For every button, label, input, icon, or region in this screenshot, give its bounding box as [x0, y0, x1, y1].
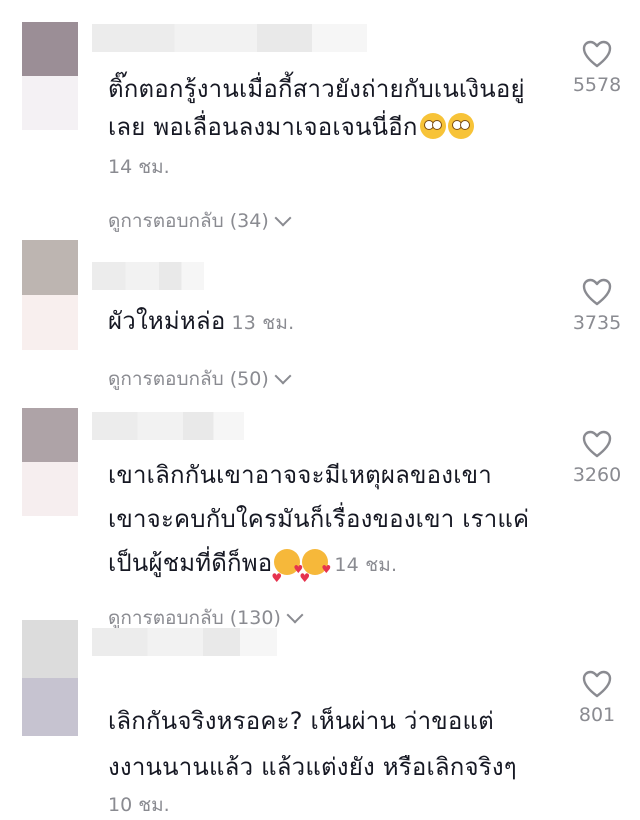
avatar[interactable] [22, 22, 78, 130]
heart-outline-icon [582, 670, 612, 698]
heart-outline-icon [582, 40, 612, 68]
comment-text: เลิกกันจริงหรอคะ? เห็นผ่าน ว่าขอแต่ งงาน… [108, 707, 517, 781]
like-button[interactable]: 5578 [562, 40, 632, 96]
avatar[interactable] [22, 240, 78, 350]
username-redacted[interactable] [92, 412, 244, 440]
flushed-face-icon [419, 113, 446, 139]
heart-outline-icon [582, 430, 612, 458]
username-redacted[interactable] [92, 262, 204, 290]
comment-item: ติ๊กตอกรู้งานเมื่อกี้สาวยังถ่ายกับเนเงิน… [0, 0, 640, 240]
comment-time: 14 ชม. [334, 554, 398, 576]
comment-item: เลิกกันจริงหรอคะ? เห็นผ่าน ว่าขอแต่ งงาน… [0, 620, 640, 816]
smiling-face-with-hearts-icon [299, 549, 331, 597]
comment-time: 13 ชม. [231, 312, 295, 334]
comment-time: 10 ชม. [108, 794, 170, 816]
like-button[interactable]: 801 [562, 670, 632, 726]
chevron-down-icon [274, 209, 292, 227]
comment-text: เขาเลิกกันเขาอาจจะมีเหตุผลของเขา เขาจะคบ… [108, 456, 568, 597]
comment-text: ติ๊กตอกรู้งานเมื่อกี้สาวยังถ่ายกับเนเงิน… [108, 75, 525, 141]
like-count: 3260 [572, 464, 622, 486]
comment-time: 14 ชม. [108, 156, 170, 178]
comment-text: ผัวใหม่หล่อ 13 ชม. [108, 307, 295, 335]
username-redacted[interactable] [92, 628, 277, 656]
view-replies-button[interactable]: ดูการตอบกลับ (34) [108, 206, 292, 236]
avatar[interactable] [22, 408, 78, 516]
like-count: 5578 [572, 74, 622, 96]
comment-item: ผัวใหม่หล่อ 13 ชม. ดูการตอบกลับ (50) 3735 [0, 240, 640, 400]
flushed-face-icon [447, 113, 474, 139]
comment-item: เขาเลิกกันเขาอาจจะมีเหตุผลของเขา เขาจะคบ… [0, 400, 640, 629]
smiling-face-with-hearts-icon [271, 549, 303, 597]
like-count: 801 [578, 704, 616, 726]
avatar[interactable] [22, 620, 78, 736]
view-replies-button[interactable]: ดูการตอบกลับ (50) [108, 364, 292, 394]
like-button[interactable]: 3735 [562, 278, 632, 334]
heart-outline-icon [582, 278, 612, 306]
like-count: 3735 [572, 312, 622, 334]
like-button[interactable]: 3260 [562, 430, 632, 486]
username-redacted[interactable] [92, 24, 367, 52]
chevron-down-icon [274, 367, 292, 385]
